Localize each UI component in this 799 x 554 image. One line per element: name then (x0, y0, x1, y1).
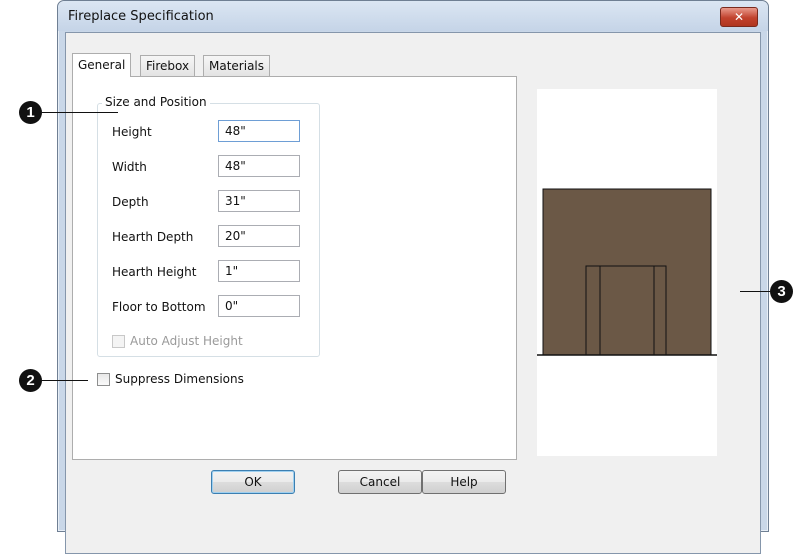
hearth-depth-label: Hearth Depth (112, 230, 194, 244)
depth-field[interactable] (218, 190, 300, 212)
callout-1: 1 (19, 101, 42, 124)
size-and-position-group: Size and Position Height Width Depth Hea… (97, 95, 320, 357)
hearth-height-label: Hearth Height (112, 265, 197, 279)
close-icon: ✕ (733, 10, 745, 24)
callout-2-leader (42, 380, 88, 381)
title-bar[interactable]: Fireplace Specification ✕ (58, 1, 768, 31)
floor-to-bottom-label: Floor to Bottom (112, 300, 206, 314)
ok-button[interactable]: OK (211, 470, 295, 494)
hearth-height-field[interactable] (218, 260, 300, 282)
auto-adjust-height-label: Auto Adjust Height (130, 334, 243, 348)
suppress-dimensions-label: Suppress Dimensions (115, 372, 244, 386)
hearth-depth-field[interactable] (218, 225, 300, 247)
width-field[interactable] (218, 155, 300, 177)
fireplace-specification-dialog: Fireplace Specification ✕ General Firebo… (57, 0, 769, 554)
cancel-button[interactable]: Cancel (338, 470, 422, 494)
dialog-body: General Firebox Materials Size and Posit… (65, 32, 761, 554)
dialog-title: Fireplace Specification (68, 9, 214, 24)
close-button[interactable]: ✕ (720, 7, 758, 27)
callout-3-leader (740, 291, 770, 292)
general-tab-panel: Size and Position Height Width Depth Hea… (72, 76, 517, 460)
floor-to-bottom-field[interactable] (218, 295, 300, 317)
width-label: Width (112, 160, 147, 174)
depth-label: Depth (112, 195, 149, 209)
fireplace-body (542, 188, 712, 356)
height-label: Height (112, 125, 152, 139)
size-and-position-legend: Size and Position (102, 95, 210, 109)
fireplace-preview-drawing (537, 188, 717, 356)
auto-adjust-height-checkbox[interactable] (112, 335, 125, 348)
tab-firebox[interactable]: Firebox (140, 55, 196, 76)
fireplace-preview (537, 89, 717, 456)
callout-3: 3 (770, 280, 793, 303)
tab-general[interactable]: General (72, 53, 132, 77)
callout-2: 2 (19, 369, 42, 392)
callout-1-leader (42, 112, 118, 113)
tab-materials[interactable]: Materials (203, 55, 271, 76)
help-button[interactable]: Help (422, 470, 506, 494)
height-field[interactable] (218, 120, 300, 142)
suppress-dimensions-checkbox[interactable] (97, 373, 110, 386)
